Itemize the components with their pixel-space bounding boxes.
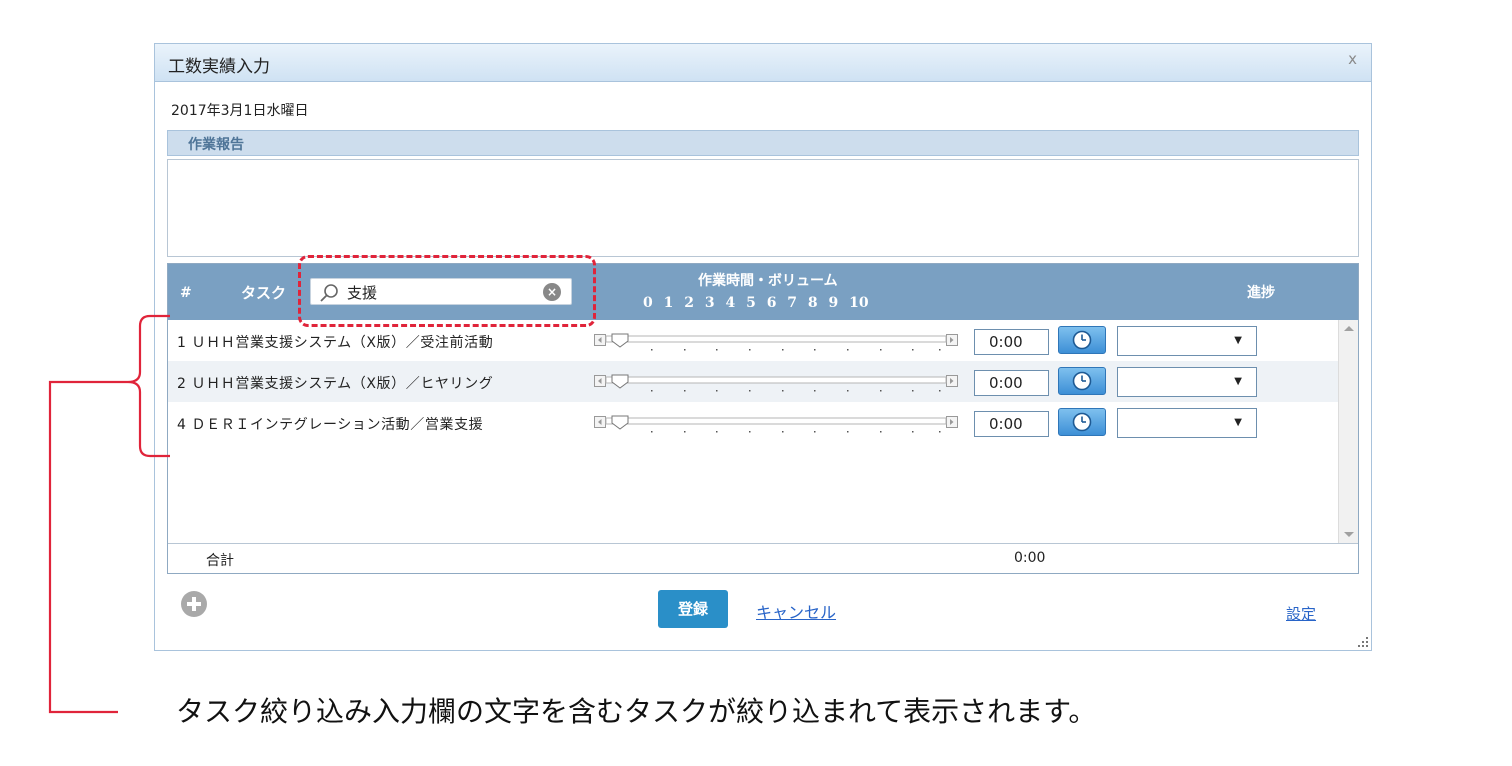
annotation-note: タスク絞り込み入力欄の文字を含むタスクが絞り込まれて表示されます。 (176, 695, 1097, 728)
rows-bracket (48, 314, 170, 714)
